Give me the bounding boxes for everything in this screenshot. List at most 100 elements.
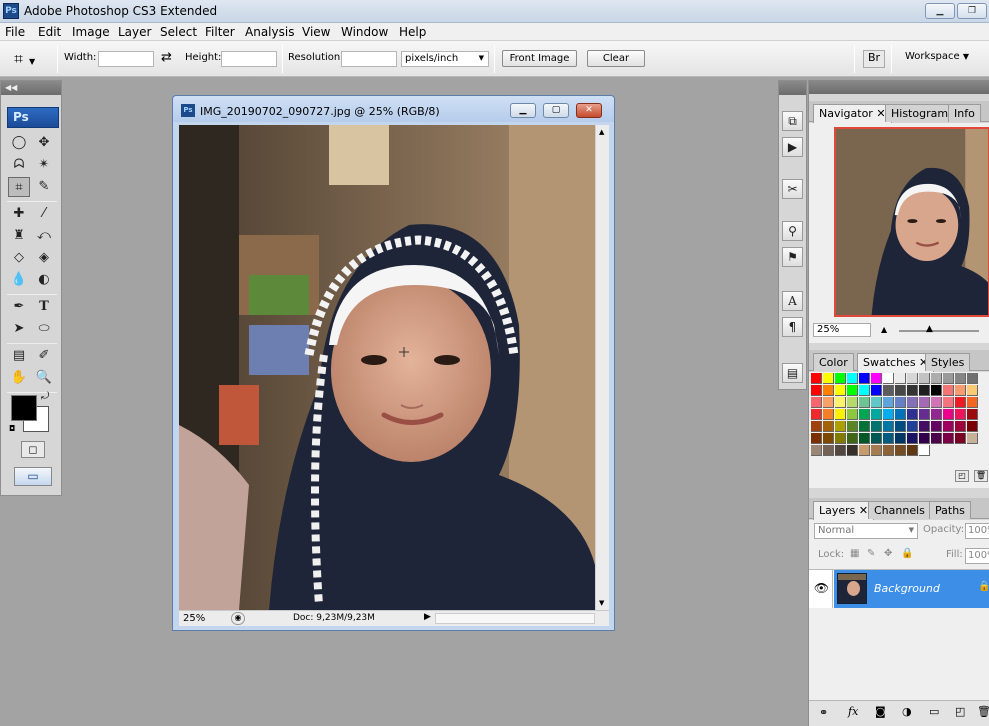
slice-tool-icon[interactable]: ✎ — [33, 177, 55, 197]
delete-layer-icon[interactable]: 🗑 — [977, 705, 989, 718]
color-swatch[interactable] — [955, 421, 966, 432]
restore-button[interactable]: ❐ — [957, 3, 987, 19]
crop-tool-icon[interactable]: ⌗ — [8, 177, 30, 197]
menu-filter[interactable]: Filter — [205, 25, 235, 39]
color-swatch[interactable] — [847, 373, 858, 384]
image-canvas[interactable] — [179, 125, 595, 610]
front-image-button[interactable]: Front Image — [502, 50, 577, 67]
doc-maximize-button[interactable]: ▢ — [543, 103, 569, 118]
color-swatch[interactable] — [943, 373, 954, 384]
width-input[interactable] — [98, 51, 154, 67]
color-swatch[interactable] — [835, 445, 846, 456]
color-swatch[interactable] — [859, 409, 870, 420]
document-title-bar[interactable]: Ps IMG_20190702_090727.jpg @ 25% (RGB/8)… — [173, 96, 614, 122]
color-swatch[interactable] — [859, 385, 870, 396]
navigator-zoom-input[interactable]: 25% — [813, 323, 871, 337]
menu-layer[interactable]: Layer — [118, 25, 151, 39]
document-zoom-level[interactable]: 25% — [183, 613, 205, 624]
color-swatch[interactable] — [943, 409, 954, 420]
color-swatch[interactable] — [871, 409, 882, 420]
menu-help[interactable]: Help — [399, 25, 426, 39]
tab-navigator[interactable]: Navigator ✕ — [813, 104, 892, 123]
color-swatch[interactable] — [895, 433, 906, 444]
color-swatch[interactable] — [931, 373, 942, 384]
color-swatch[interactable] — [859, 397, 870, 408]
menu-view[interactable]: View — [302, 25, 330, 39]
color-swatch[interactable] — [835, 409, 846, 420]
color-swatch[interactable] — [859, 421, 870, 432]
layer-visibility-eye-icon[interactable]: 👁 — [811, 570, 833, 608]
crop-tool-preset-picker[interactable]: ⌗ ▼ — [14, 49, 50, 69]
panel-dock-collapse-bar[interactable] — [809, 80, 989, 94]
color-swatch[interactable] — [907, 433, 918, 444]
layer-row[interactable]: 👁 Background 🔒 — [809, 570, 989, 608]
new-swatch-icon[interactable]: ◰ — [955, 470, 969, 482]
dodge-tool-icon[interactable]: ◐ — [33, 270, 55, 290]
ellipse-tool-icon[interactable]: ⬭ — [33, 319, 55, 339]
color-swatch[interactable] — [943, 433, 954, 444]
dock-collapse-bar[interactable] — [779, 81, 806, 95]
color-swatch[interactable] — [871, 385, 882, 396]
color-swatch[interactable] — [883, 433, 894, 444]
color-swatch[interactable] — [907, 421, 918, 432]
color-swatch[interactable] — [847, 421, 858, 432]
scroll-down-icon[interactable]: ▼ — [599, 599, 604, 607]
resolution-units-select[interactable]: pixels/inch ▼ — [401, 51, 489, 67]
color-swatch[interactable] — [943, 385, 954, 396]
color-swatch[interactable] — [895, 421, 906, 432]
color-swatch[interactable] — [811, 385, 822, 396]
lock-all-icon[interactable]: 🔒 — [901, 548, 913, 559]
type-tool-icon[interactable]: T — [33, 297, 55, 317]
eyedropper-tool-icon[interactable]: ✐ — [33, 346, 55, 366]
color-swatch[interactable] — [871, 433, 882, 444]
color-swatch[interactable] — [967, 421, 978, 432]
color-swatch[interactable] — [871, 397, 882, 408]
color-swatch[interactable] — [931, 397, 942, 408]
foreground-color-swatch[interactable] — [11, 395, 37, 421]
doc-minimize-button[interactable]: ▁ — [510, 103, 536, 118]
screen-mode-icon[interactable]: ▭ — [14, 467, 52, 486]
color-swatch[interactable] — [931, 421, 942, 432]
tab-layers[interactable]: Layers ✕ — [813, 501, 875, 520]
eraser-tool-icon[interactable]: ◇ — [8, 248, 30, 268]
menu-edit[interactable]: Edit — [38, 25, 61, 39]
move-tool-icon[interactable]: ✥ — [33, 133, 55, 153]
color-swatch[interactable] — [871, 421, 882, 432]
color-swatch[interactable] — [967, 385, 978, 396]
blur-tool-icon[interactable]: 💧 — [8, 270, 30, 290]
tab-channels[interactable]: Channels — [868, 501, 931, 519]
healing-brush-tool-icon[interactable]: ✚ — [8, 204, 30, 224]
lock-transparent-icon[interactable]: ▦ — [850, 548, 859, 559]
swap-colors-icon[interactable]: ⤾ — [41, 391, 49, 402]
history-brush-tool-icon[interactable]: ⤺ — [33, 226, 55, 246]
tab-color[interactable]: Color — [813, 353, 854, 371]
color-swatch[interactable] — [931, 385, 942, 396]
tab-styles[interactable]: Styles — [925, 353, 971, 371]
clear-button[interactable]: Clear — [587, 50, 645, 67]
menu-window[interactable]: Window — [341, 25, 388, 39]
menu-select[interactable]: Select — [160, 25, 197, 39]
color-swatch[interactable] — [823, 409, 834, 420]
color-swatch[interactable] — [823, 397, 834, 408]
status-arrow-icon[interactable]: ▶ — [424, 612, 431, 622]
minimize-button[interactable]: ▁ — [925, 3, 955, 19]
color-swatch[interactable] — [931, 433, 942, 444]
lock-image-icon[interactable]: ✎ — [867, 548, 875, 559]
tool-presets-panel-icon[interactable]: ✂ — [782, 179, 803, 199]
layer-style-icon[interactable]: fx — [848, 705, 858, 718]
color-swatch[interactable] — [955, 409, 966, 420]
color-swatch[interactable] — [883, 421, 894, 432]
color-swatch[interactable] — [847, 385, 858, 396]
color-swatch[interactable] — [823, 385, 834, 396]
document-vertical-scrollbar[interactable]: ▲ ▼ — [595, 125, 609, 610]
layer-comps-panel-icon[interactable]: ▤ — [782, 363, 803, 383]
path-selection-tool-icon[interactable]: ➤ — [8, 319, 30, 339]
hand-tool-icon[interactable]: ✋ — [8, 368, 30, 388]
color-swatch[interactable] — [883, 409, 894, 420]
layer-mask-icon[interactable]: ◙ — [875, 705, 886, 718]
brushes-panel-icon[interactable]: ⚲ — [782, 221, 803, 241]
color-swatch[interactable] — [871, 445, 882, 456]
color-swatch[interactable] — [919, 433, 930, 444]
color-swatch[interactable] — [835, 385, 846, 396]
zoom-tool-icon[interactable]: 🔍 — [33, 368, 55, 388]
